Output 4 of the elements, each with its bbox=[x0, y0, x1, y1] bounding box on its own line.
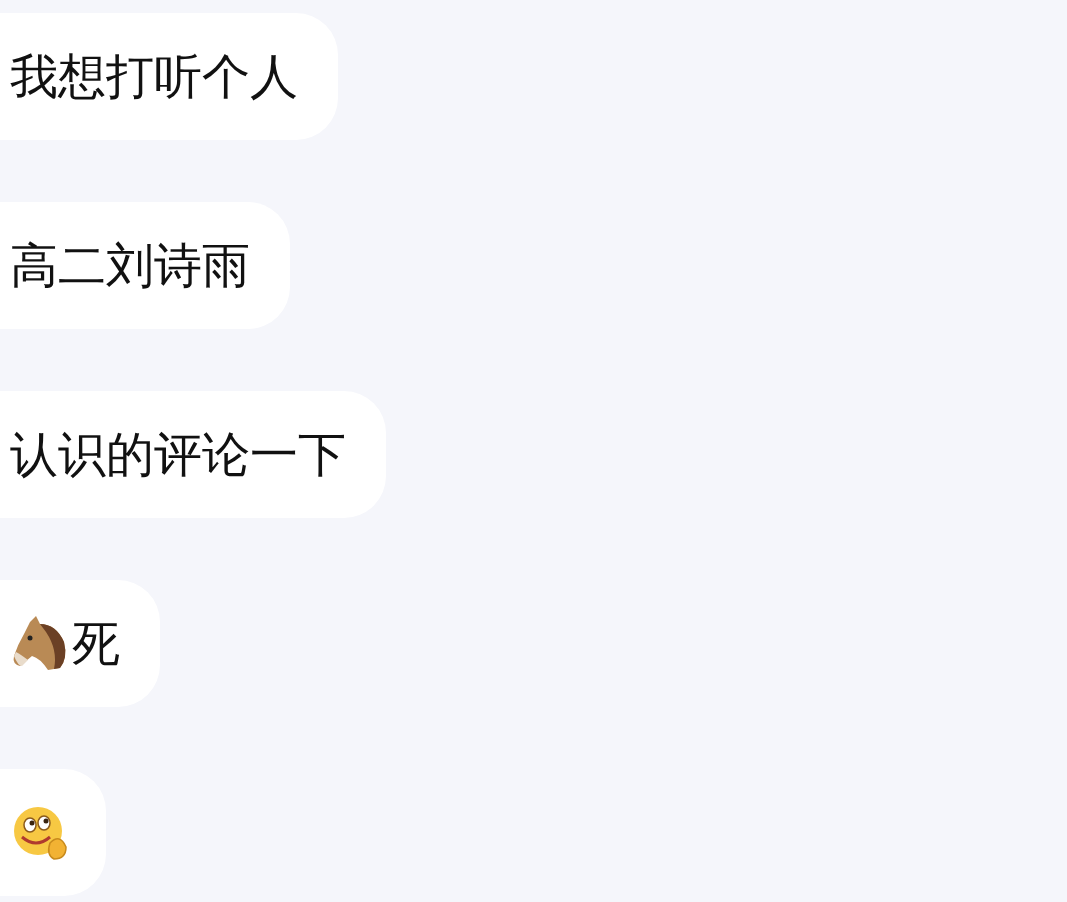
message-bubble: 认识的评论一下 bbox=[0, 391, 386, 518]
message-bubble: 高二刘诗雨 bbox=[0, 202, 290, 329]
message-bubble: 我想打听个人 bbox=[0, 13, 338, 140]
message-text: 死 bbox=[72, 613, 120, 673]
